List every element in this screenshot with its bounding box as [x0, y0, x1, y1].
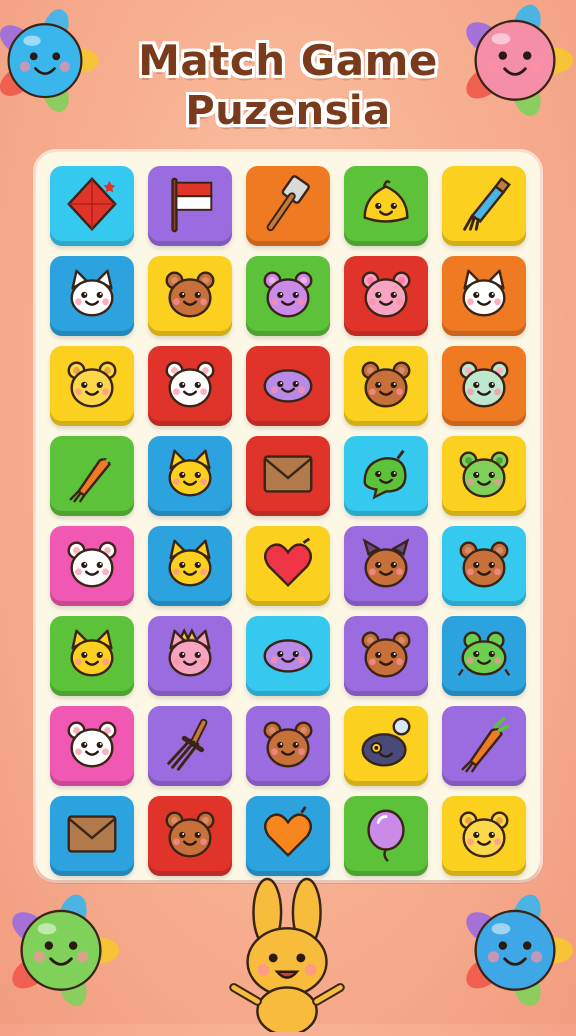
- game-tile[interactable]: [442, 436, 526, 516]
- carrot-icon: [453, 713, 515, 779]
- game-tile[interactable]: [246, 706, 330, 786]
- game-tile[interactable]: [344, 616, 428, 696]
- orange-heart-icon: [257, 803, 319, 869]
- pink-mascot-icon: [440, 0, 576, 140]
- game-tile[interactable]: [246, 616, 330, 696]
- game-tile[interactable]: [50, 796, 134, 876]
- white-bear-icon: [61, 533, 123, 599]
- brown-monster-icon: [355, 533, 417, 599]
- white-cat-icon: [61, 263, 123, 329]
- game-tile[interactable]: [148, 346, 232, 426]
- game-tile[interactable]: [246, 166, 330, 246]
- pink-cat-icon: [159, 623, 221, 689]
- white-bear-icon: [61, 713, 123, 779]
- green-bear-icon: [453, 443, 515, 509]
- purple-bear-icon: [257, 263, 319, 329]
- carrot-icon: [61, 443, 123, 509]
- game-tile[interactable]: [344, 796, 428, 876]
- game-tile[interactable]: [246, 256, 330, 336]
- green-mascot-icon: [0, 880, 136, 1030]
- paintbrush-icon: [453, 173, 515, 239]
- white-cat-icon: [453, 263, 515, 329]
- game-tile[interactable]: [442, 616, 526, 696]
- yellow-slime-icon: [355, 173, 417, 239]
- game-tile[interactable]: [344, 346, 428, 426]
- fork-icon: [159, 713, 221, 779]
- game-tile[interactable]: [50, 436, 134, 516]
- game-tile[interactable]: [442, 706, 526, 786]
- brown-bear-icon: [159, 263, 221, 329]
- game-tile[interactable]: [442, 346, 526, 426]
- game-board: [36, 152, 540, 880]
- game-tile[interactable]: [344, 166, 428, 246]
- game-tile[interactable]: [344, 256, 428, 336]
- yellow-cat-icon: [159, 443, 221, 509]
- envelope-icon: [257, 443, 319, 509]
- game-tile[interactable]: [442, 796, 526, 876]
- brown-bear-icon: [257, 713, 319, 779]
- mint-bear-icon: [453, 353, 515, 419]
- game-tile[interactable]: [148, 796, 232, 876]
- green-blob-icon: [355, 443, 417, 509]
- brown-bear-icon: [453, 533, 515, 599]
- game-tile[interactable]: [50, 256, 134, 336]
- game-tile[interactable]: [148, 166, 232, 246]
- brown-bear-icon: [159, 803, 221, 869]
- game-tile[interactable]: [344, 526, 428, 606]
- red-gem-icon: [61, 173, 123, 239]
- purple-blob-icon: [257, 623, 319, 689]
- game-tile[interactable]: [442, 166, 526, 246]
- purple-balloon-icon: [355, 803, 417, 869]
- game-tile[interactable]: [148, 526, 232, 606]
- game-tile[interactable]: [148, 706, 232, 786]
- navy-blob-icon: [355, 713, 417, 779]
- bunny-mascot-icon: [214, 872, 362, 1036]
- game-tile[interactable]: [344, 436, 428, 516]
- brown-bear-icon: [355, 623, 417, 689]
- game-tile[interactable]: [50, 346, 134, 426]
- game-tile[interactable]: [148, 256, 232, 336]
- game-tile[interactable]: [344, 706, 428, 786]
- game-tile[interactable]: [246, 346, 330, 426]
- game-tile[interactable]: [148, 616, 232, 696]
- game-tile[interactable]: [246, 436, 330, 516]
- yellow-cat-icon: [61, 623, 123, 689]
- blue-mascot-icon: [0, 0, 110, 140]
- game-tile[interactable]: [246, 526, 330, 606]
- heart-icon: [257, 533, 319, 599]
- game-tile[interactable]: [148, 436, 232, 516]
- pink-bear-icon: [355, 263, 417, 329]
- game-tile[interactable]: [50, 166, 134, 246]
- flag-icon: [159, 173, 221, 239]
- brown-bear-icon: [355, 353, 417, 419]
- yellow-cat-icon: [159, 533, 221, 599]
- game-tile[interactable]: [442, 526, 526, 606]
- game-tile[interactable]: [50, 526, 134, 606]
- game-tile[interactable]: [246, 796, 330, 876]
- yellow-bear-icon: [453, 803, 515, 869]
- white-bear-icon: [159, 353, 221, 419]
- yellow-bear-icon: [61, 353, 123, 419]
- hammer-icon: [257, 173, 319, 239]
- game-tile[interactable]: [50, 706, 134, 786]
- blue-mascot-icon: [440, 880, 576, 1030]
- purple-blob-icon: [257, 353, 319, 419]
- envelope-icon: [61, 803, 123, 869]
- game-tile[interactable]: [50, 616, 134, 696]
- game-tile[interactable]: [442, 256, 526, 336]
- green-frog-icon: [453, 623, 515, 689]
